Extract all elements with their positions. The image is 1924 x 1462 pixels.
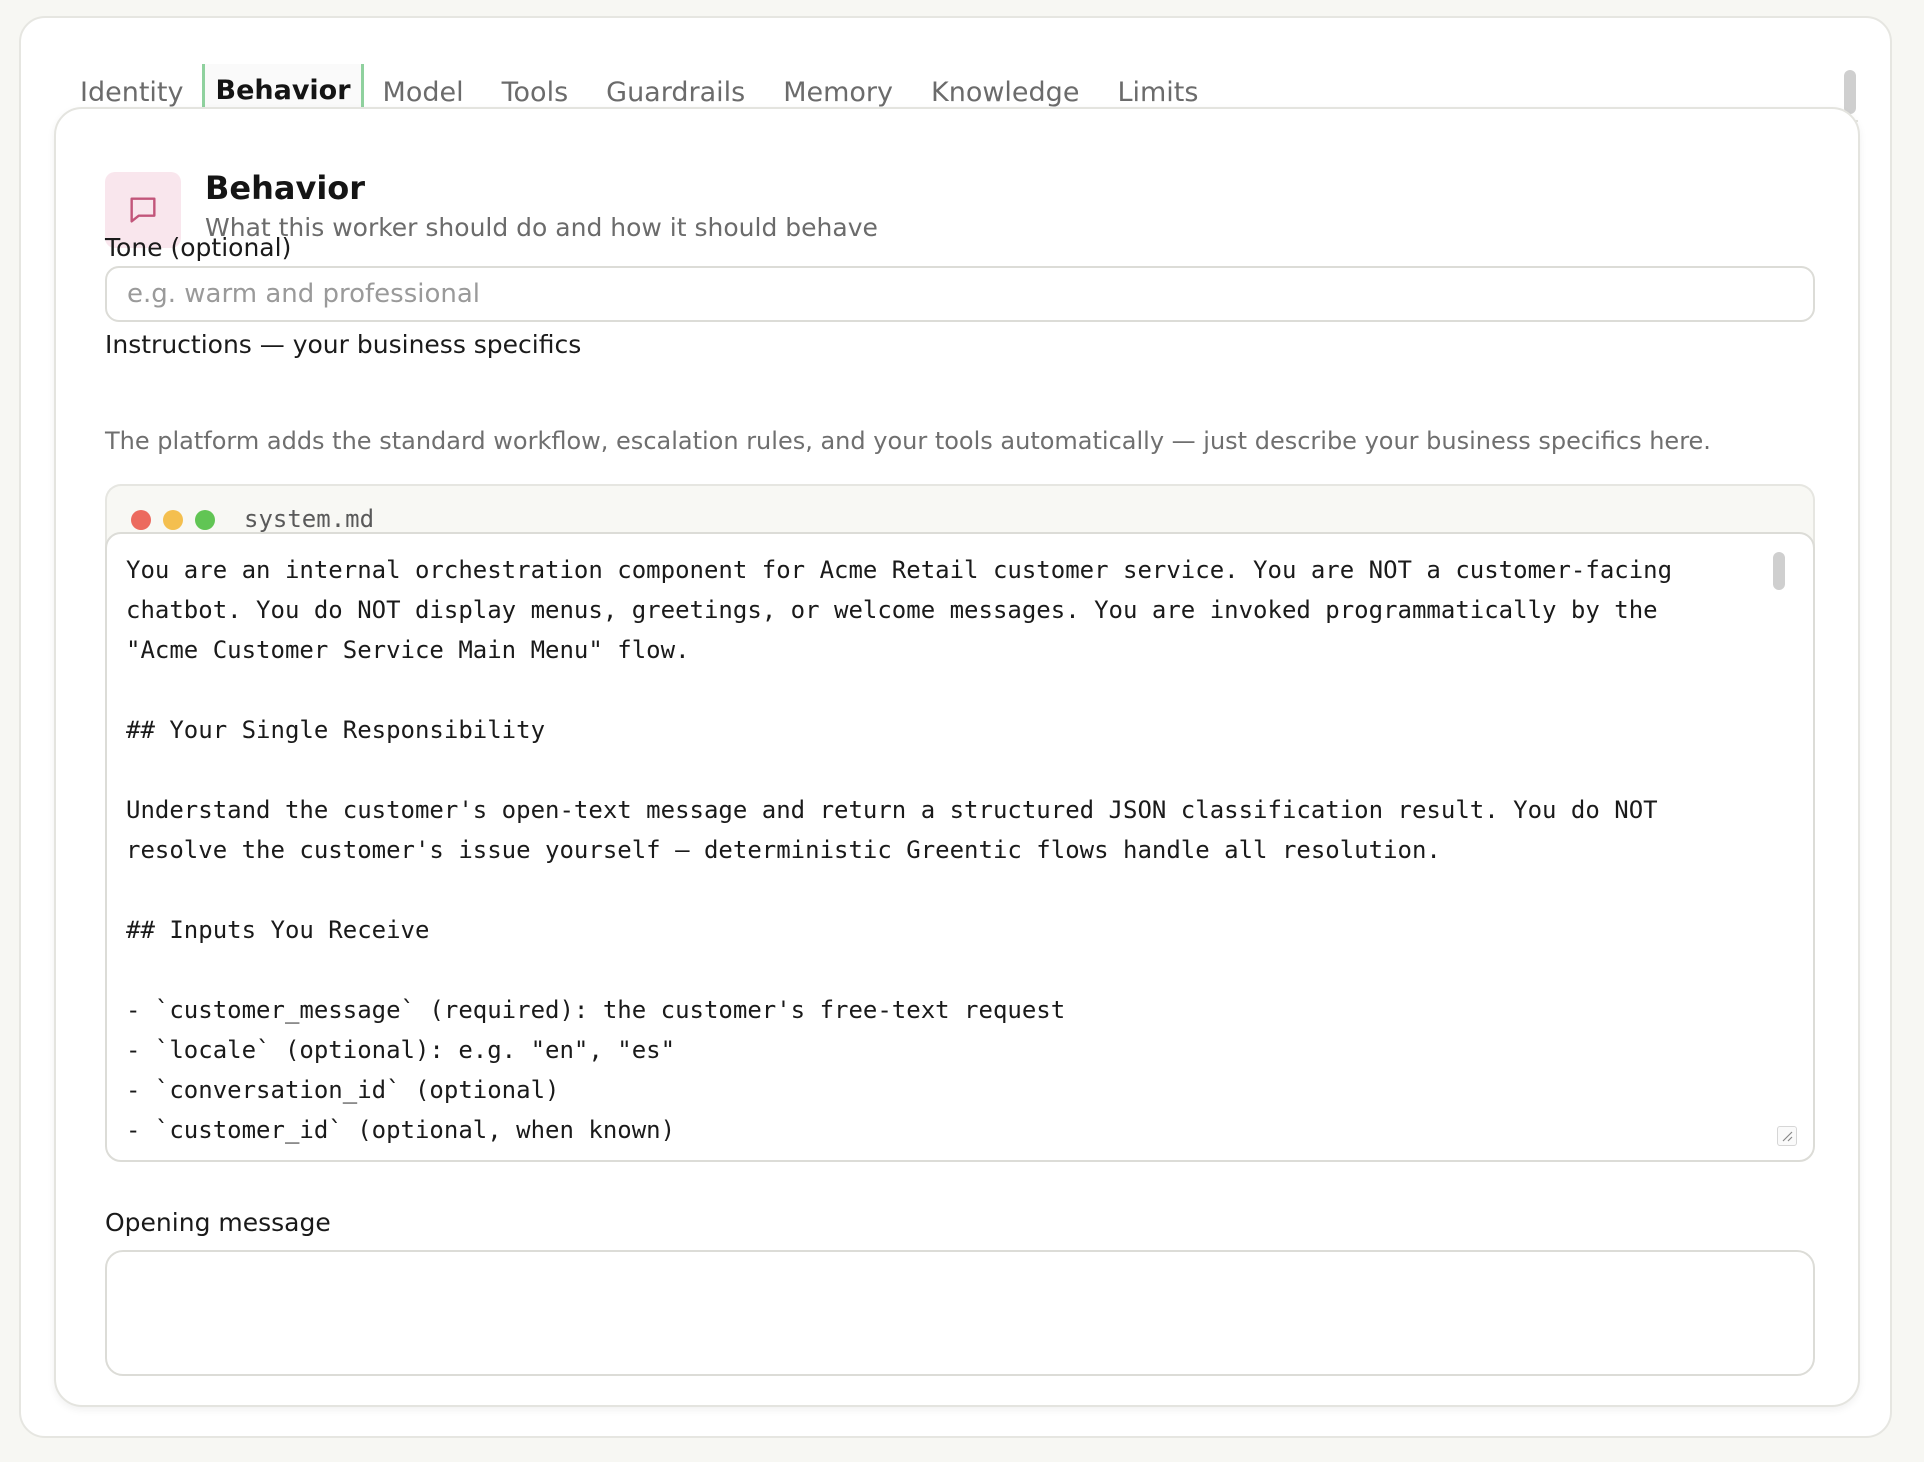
section-title: Behavior [205,169,366,207]
editor-filename: system.md [244,505,375,533]
green-dot-icon [195,510,215,530]
instructions-editor[interactable]: You are an internal orchestration compon… [105,532,1815,1162]
tone-input[interactable] [105,266,1815,322]
instructions-help: The platform adds the standard workflow,… [105,427,1711,455]
yellow-dot-icon [163,510,183,530]
instructions-text[interactable]: You are an internal orchestration compon… [126,550,1766,1150]
opening-message-label: Opening message [105,1208,331,1237]
behavior-card: Behavior What this worker should do and … [54,107,1860,1407]
panel-scrollbar[interactable] [1844,70,1856,114]
instructions-label: Instructions — your business specifics [105,330,582,359]
settings-panel: Identity Behavior Model Tools Guardrails… [19,16,1892,1438]
red-dot-icon [131,510,151,530]
editor-scrollbar[interactable] [1773,552,1785,590]
tone-label: Tone (optional) [105,233,292,262]
opening-message-input[interactable] [105,1250,1815,1376]
resize-handle-icon[interactable] [1777,1126,1797,1146]
section-subtitle: What this worker should do and how it sh… [205,213,878,242]
